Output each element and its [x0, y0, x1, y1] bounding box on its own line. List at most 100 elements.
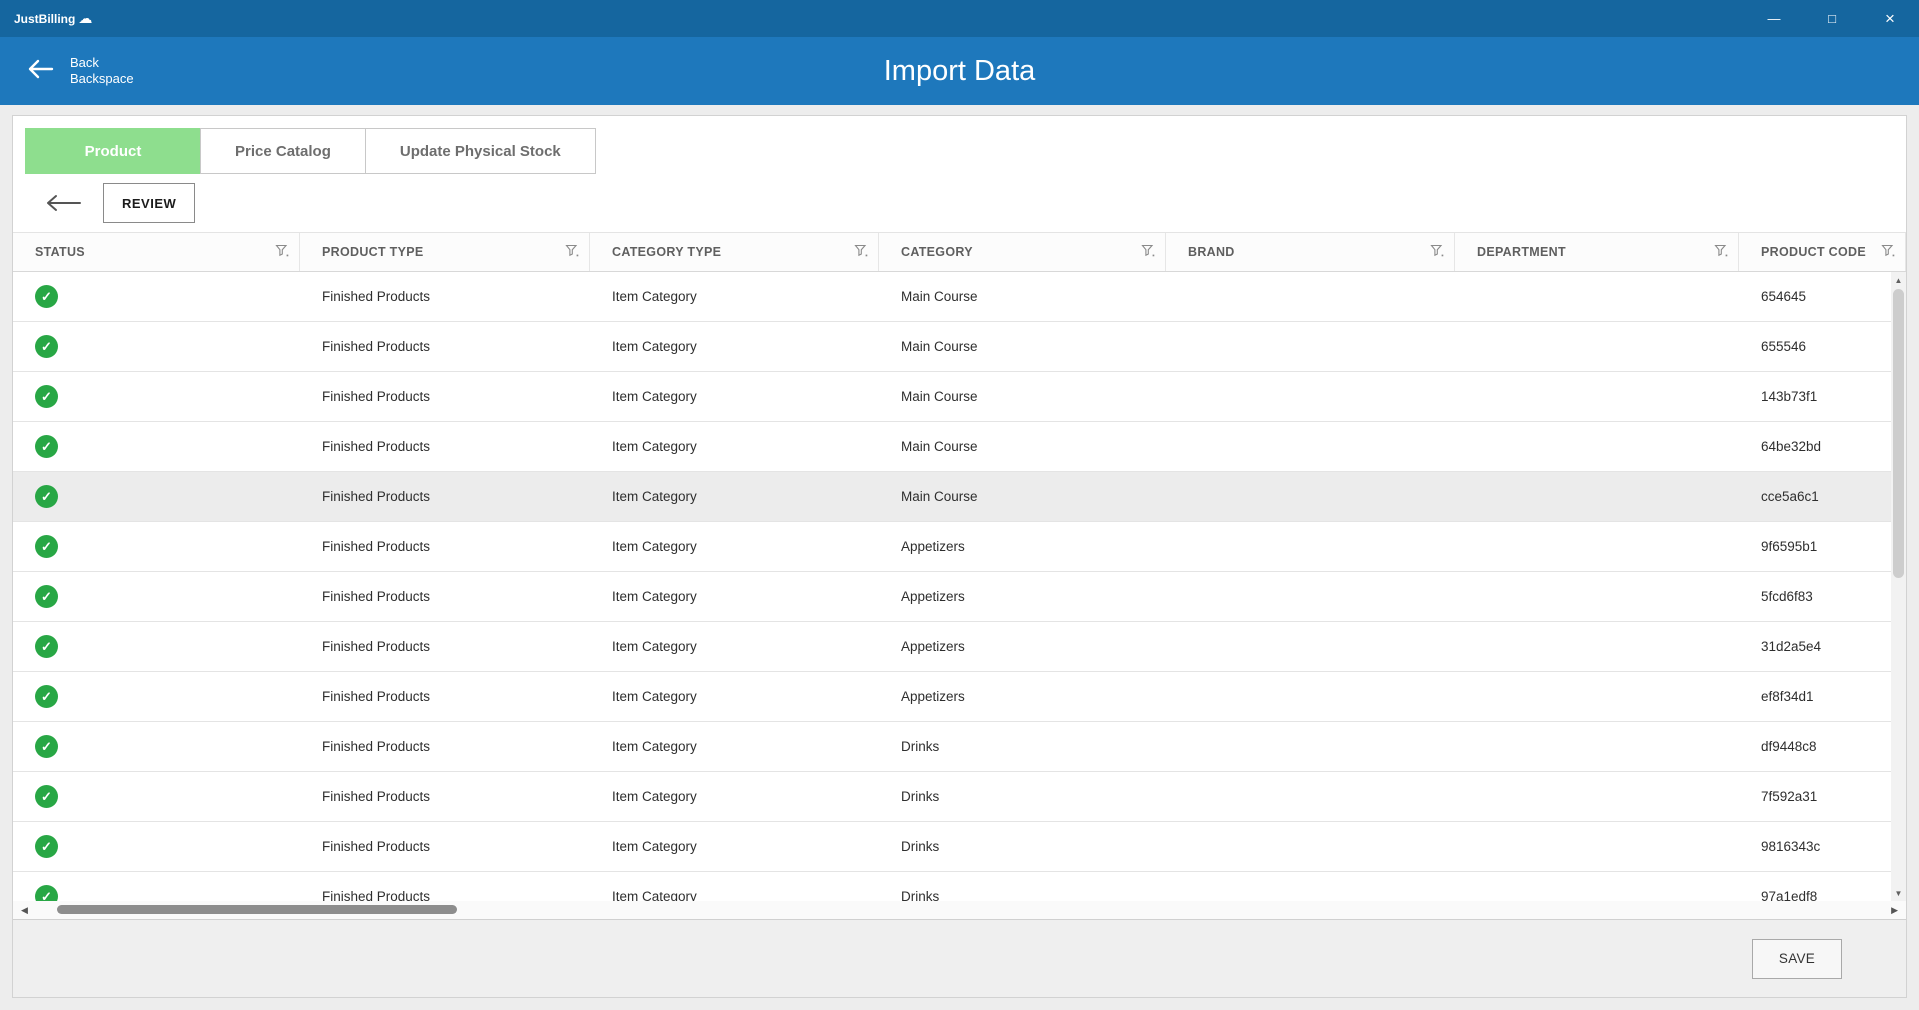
- cell-category-type: Item Category: [590, 589, 879, 604]
- status-ok-icon: ✓: [35, 385, 58, 408]
- column-header: BRAND: [1166, 233, 1455, 271]
- column-header: PRODUCT CODE: [1739, 233, 1906, 271]
- cell-category-type: Item Category: [590, 489, 879, 504]
- cell-product-type: Finished Products: [300, 639, 590, 654]
- status-ok-icon: ✓: [35, 635, 58, 658]
- column-header-label: PRODUCT TYPE: [322, 245, 424, 259]
- cell-product-code: 97a1edf8: [1739, 889, 1906, 901]
- tab-price-catalog[interactable]: Price Catalog: [200, 128, 366, 174]
- cell-product-code: cce5a6c1: [1739, 489, 1906, 504]
- status-cell: ✓: [13, 635, 300, 658]
- filter-icon[interactable]: [1714, 244, 1728, 260]
- cell-product-type: Finished Products: [300, 689, 590, 704]
- cell-product-code: ef8f34d1: [1739, 689, 1906, 704]
- close-icon: ×: [1885, 9, 1895, 29]
- cell-product-code: 9f6595b1: [1739, 539, 1906, 554]
- scroll-right-icon[interactable]: ▶: [1891, 901, 1898, 919]
- save-button[interactable]: SAVE: [1752, 939, 1842, 979]
- cell-category-type: Item Category: [590, 339, 879, 354]
- cell-category: Main Course: [879, 389, 1166, 404]
- cell-category-type: Item Category: [590, 739, 879, 754]
- table-row[interactable]: ✓ Finished Products Item Category Main C…: [13, 272, 1906, 322]
- review-button[interactable]: REVIEW: [103, 183, 195, 223]
- column-header: PRODUCT TYPE: [300, 233, 590, 271]
- status-ok-icon: ✓: [35, 685, 58, 708]
- filter-icon[interactable]: [1881, 244, 1895, 260]
- filter-icon[interactable]: [1430, 244, 1444, 260]
- horizontal-scrollbar[interactable]: ◀ ▶: [13, 901, 1906, 919]
- cell-category-type: Item Category: [590, 439, 879, 454]
- tab-update-physical-stock[interactable]: Update Physical Stock: [365, 128, 596, 174]
- vertical-scrollbar[interactable]: ▲ ▼: [1891, 272, 1906, 901]
- filter-icon[interactable]: [1141, 244, 1155, 260]
- table-row[interactable]: ✓ Finished Products Item Category Appeti…: [13, 522, 1906, 572]
- vertical-scroll-thumb[interactable]: [1893, 289, 1904, 578]
- column-header-label: DEPARTMENT: [1477, 245, 1566, 259]
- minimize-button[interactable]: —: [1745, 0, 1803, 37]
- table-row[interactable]: ✓ Finished Products Item Category Drinks…: [13, 822, 1906, 872]
- minimize-icon: —: [1768, 11, 1781, 26]
- table-row[interactable]: ✓ Finished Products Item Category Appeti…: [13, 672, 1906, 722]
- table-row[interactable]: ✓ Finished Products Item Category Main C…: [13, 422, 1906, 472]
- column-header: CATEGORY TYPE: [590, 233, 879, 271]
- cell-product-code: 31d2a5e4: [1739, 639, 1906, 654]
- table-row[interactable]: ✓ Finished Products Item Category Appeti…: [13, 622, 1906, 672]
- cell-category: Drinks: [879, 789, 1166, 804]
- column-header-label: BRAND: [1188, 245, 1235, 259]
- status-ok-icon: ✓: [35, 485, 58, 508]
- status-cell: ✓: [13, 835, 300, 858]
- status-cell: ✓: [13, 585, 300, 608]
- scroll-left-icon[interactable]: ◀: [21, 901, 28, 919]
- filter-icon[interactable]: [854, 244, 868, 260]
- table-row[interactable]: ✓ Finished Products Item Category Main C…: [13, 472, 1906, 522]
- table-row[interactable]: ✓ Finished Products Item Category Appeti…: [13, 572, 1906, 622]
- status-cell: ✓: [13, 785, 300, 808]
- maximize-button[interactable]: □: [1803, 0, 1861, 37]
- filter-icon[interactable]: [275, 244, 289, 260]
- cell-category: Appetizers: [879, 639, 1166, 654]
- status-ok-icon: ✓: [35, 885, 58, 901]
- cell-product-type: Finished Products: [300, 489, 590, 504]
- status-cell: ✓: [13, 735, 300, 758]
- close-button[interactable]: ×: [1861, 0, 1919, 37]
- cell-category-type: Item Category: [590, 839, 879, 854]
- table-row[interactable]: ✓ Finished Products Item Category Main C…: [13, 372, 1906, 422]
- table-row[interactable]: ✓ Finished Products Item Category Drinks…: [13, 872, 1906, 901]
- scroll-down-icon[interactable]: ▼: [1891, 885, 1906, 901]
- window-controls: — □ ×: [1745, 0, 1919, 37]
- cell-product-code: 7f592a31: [1739, 789, 1906, 804]
- header: Back Backspace Import Data: [0, 37, 1919, 105]
- table-row[interactable]: ✓ Finished Products Item Category Drinks…: [13, 722, 1906, 772]
- cell-product-type: Finished Products: [300, 339, 590, 354]
- table-row[interactable]: ✓ Finished Products Item Category Main C…: [13, 322, 1906, 372]
- cell-product-type: Finished Products: [300, 589, 590, 604]
- scroll-up-icon[interactable]: ▲: [1891, 272, 1906, 288]
- cell-category: Appetizers: [879, 539, 1166, 554]
- tab-bar: Product Price Catalog Update Physical St…: [13, 116, 1906, 174]
- back-button[interactable]: Back Backspace: [26, 55, 134, 87]
- status-cell: ✓: [13, 435, 300, 458]
- import-data-card: Product Price Catalog Update Physical St…: [12, 115, 1907, 998]
- status-ok-icon: ✓: [35, 735, 58, 758]
- status-ok-icon: ✓: [35, 835, 58, 858]
- table-body: ✓ Finished Products Item Category Main C…: [13, 272, 1906, 901]
- horizontal-scroll-thumb[interactable]: [57, 905, 457, 914]
- table-row[interactable]: ✓ Finished Products Item Category Drinks…: [13, 772, 1906, 822]
- filter-icon[interactable]: [565, 244, 579, 260]
- back-label: Back Backspace: [70, 55, 134, 87]
- status-ok-icon: ✓: [35, 285, 58, 308]
- cell-category-type: Item Category: [590, 289, 879, 304]
- cell-product-code: 654645: [1739, 289, 1906, 304]
- toolbar: REVIEW: [13, 174, 1906, 232]
- back-arrow-icon: [26, 58, 54, 85]
- status-cell: ✓: [13, 285, 300, 308]
- tab-product[interactable]: Product: [25, 128, 201, 174]
- cell-category: Appetizers: [879, 689, 1166, 704]
- back-nav-button[interactable]: [45, 194, 81, 212]
- cell-product-type: Finished Products: [300, 889, 590, 901]
- titlebar: JustBilling ☁ — □ ×: [0, 0, 1919, 37]
- column-header-label: CATEGORY: [901, 245, 973, 259]
- cell-category: Appetizers: [879, 589, 1166, 604]
- back-nav-arrow-icon: [45, 194, 81, 212]
- status-cell: ✓: [13, 885, 300, 901]
